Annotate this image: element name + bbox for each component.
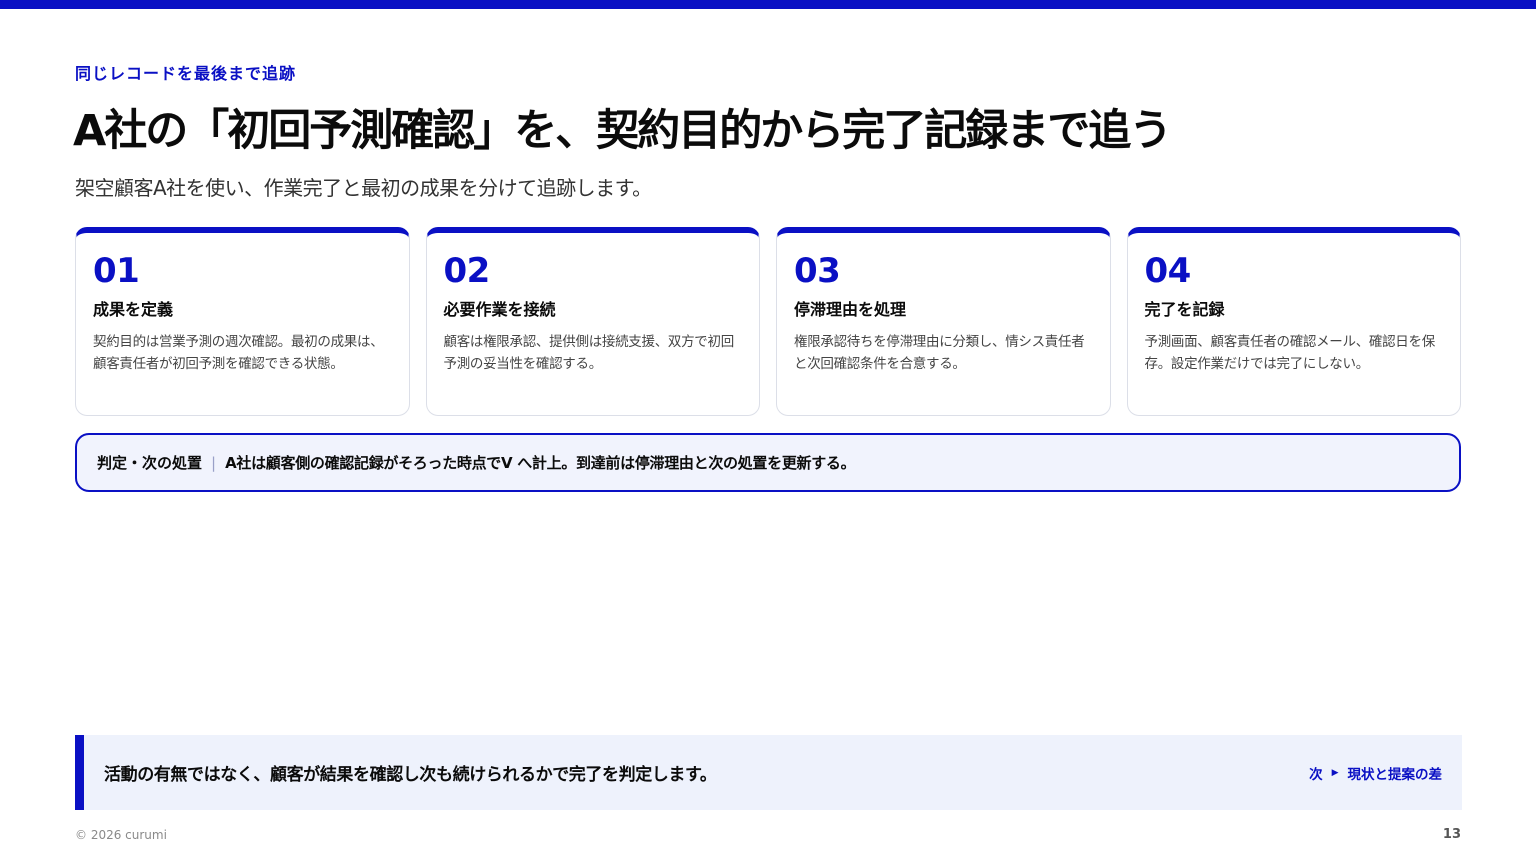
step-number: 04 bbox=[1144, 251, 1192, 291]
callout-text: 活動の有無ではなく、顧客が結果を確認し次も続けられるかで完了を判定します。 bbox=[104, 765, 717, 785]
play-arrow-icon: ▶ bbox=[1331, 767, 1339, 778]
verdict-label: 判定・次の処置 bbox=[97, 454, 203, 472]
step-number: 02 bbox=[443, 251, 491, 291]
page-title: A社の「初回予測確認」を、契約目的から完了記録まで追う bbox=[73, 106, 1172, 156]
step-card-02: 02 必要作業を接続 顧客は権限承認、提供側は接続支援、双方で初回予測の妥当性を… bbox=[425, 227, 760, 416]
next-slide-link[interactable]: 次 ▶ 現状と提案の差 bbox=[1309, 763, 1442, 783]
step-number: 01 bbox=[93, 251, 140, 291]
page-number: 13 bbox=[1442, 827, 1461, 842]
next-slide-label: 現状と提案の差 bbox=[1347, 766, 1443, 783]
step-heading: 停滞理由を処理 bbox=[794, 300, 907, 319]
copyright-text: © 2026 curumi bbox=[75, 828, 167, 842]
step-card-01: 01 成果を定義 契約目的は営業予測の週次確認。最初の成果は、顧客責任者が初回予… bbox=[75, 227, 410, 416]
verdict-text: A社は顧客側の確認記録がそろった時点でV へ計上。到達前は停滞理由と次の処置を更… bbox=[225, 454, 856, 472]
step-card-03: 03 停滞理由を処理 権限承認待ちを停滞理由に分類し、情シス責任者と次回確認条件… bbox=[776, 227, 1111, 416]
page-subtitle: 架空顧客A社を使い、作業完了と最初の成果を分けて追跡します。 bbox=[75, 176, 652, 200]
step-heading: 成果を定義 bbox=[93, 300, 174, 319]
step-card-04: 04 完了を記録 予測画面、顧客責任者の確認メール、確認日を保存。設定作業だけで… bbox=[1126, 227, 1461, 416]
next-prefix: 次 bbox=[1309, 766, 1323, 783]
top-accent-bar bbox=[0, 0, 1536, 9]
step-heading: 完了を記録 bbox=[1144, 300, 1225, 319]
step-description: 契約目的は営業予測の週次確認。最初の成果は、顧客責任者が初回予測を確認できる状態… bbox=[93, 334, 384, 372]
verdict-separator: | bbox=[211, 453, 217, 472]
summary-callout: 活動の有無ではなく、顧客が結果を確認し次も続けられるかで完了を判定します。 次 … bbox=[75, 735, 1462, 810]
eyebrow-label: 同じレコードを最後まで追跡 bbox=[75, 64, 297, 83]
step-cards: 01 成果を定義 契約目的は営業予測の週次確認。最初の成果は、顧客責任者が初回予… bbox=[75, 227, 1461, 416]
step-description: 予測画面、顧客責任者の確認メール、確認日を保存。設定作業だけでは完了にしない。 bbox=[1144, 334, 1436, 372]
step-number: 03 bbox=[794, 251, 841, 291]
step-description: 権限承認待ちを停滞理由に分類し、情シス責任者と次回確認条件を合意する。 bbox=[794, 334, 1085, 372]
step-heading: 必要作業を接続 bbox=[443, 300, 556, 319]
verdict-box: 判定・次の処置 | A社は顧客側の確認記録がそろった時点でV へ計上。到達前は停… bbox=[75, 433, 1461, 492]
step-description: 顧客は権限承認、提供側は接続支援、双方で初回予測の妥当性を確認する。 bbox=[443, 334, 735, 372]
